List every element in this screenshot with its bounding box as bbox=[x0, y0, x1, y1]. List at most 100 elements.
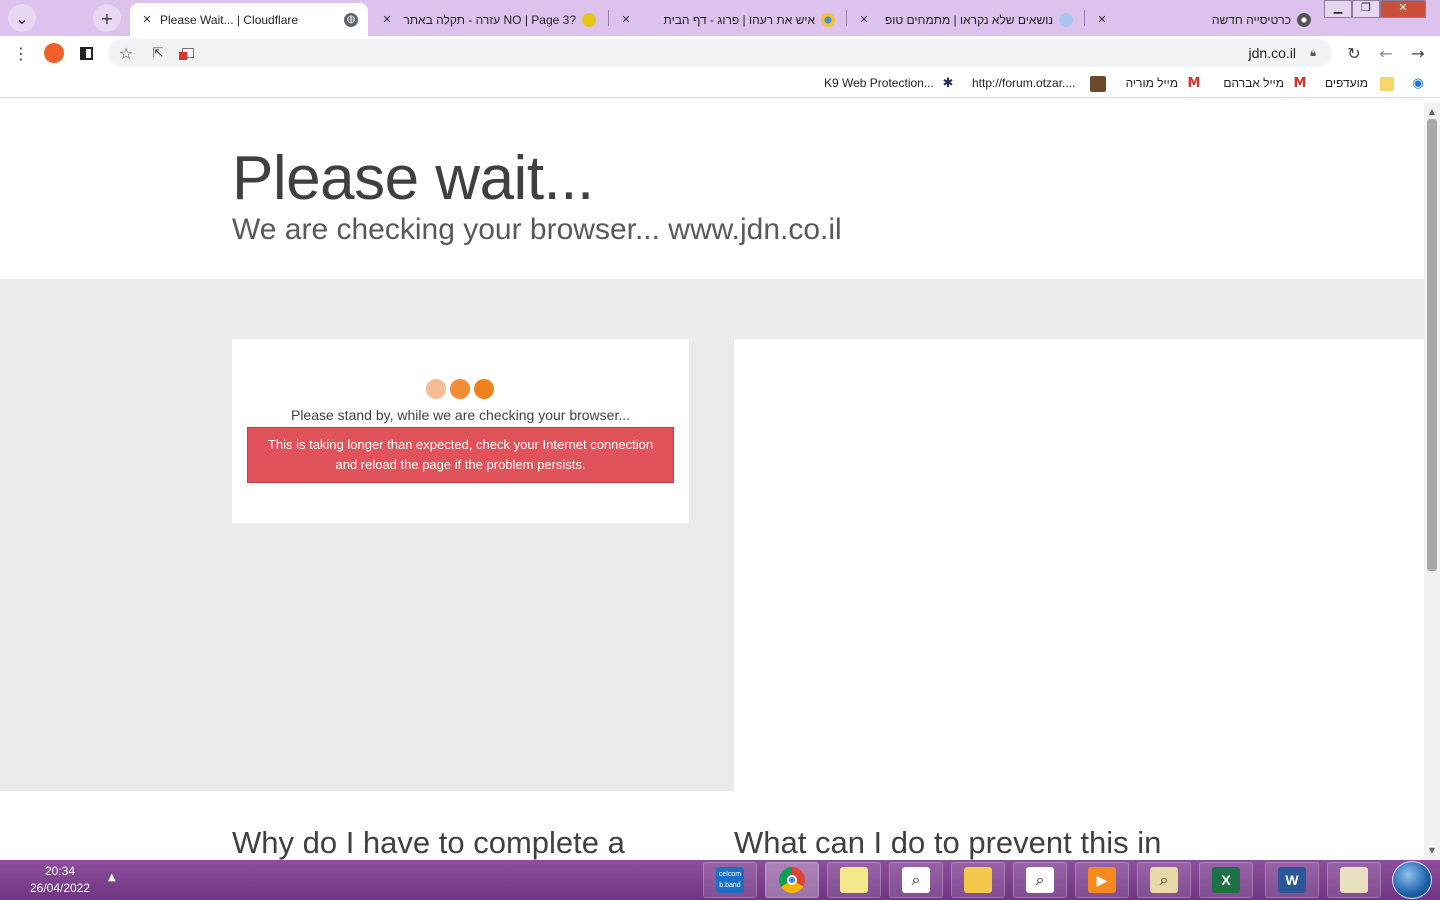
alert-line-2: and reload the page if the problem persi… bbox=[335, 457, 586, 472]
profile-avatar[interactable] bbox=[42, 41, 66, 65]
blue-flower-icon bbox=[1059, 12, 1073, 27]
close-tab-icon[interactable]: ✕ bbox=[1095, 13, 1109, 26]
loading-dot-1 bbox=[426, 379, 446, 399]
bookmark-label: K9 Web Protection... bbox=[824, 76, 934, 90]
faq-heading-prevent: What can I do to prevent this in bbox=[734, 825, 1162, 860]
chrome-icon bbox=[779, 867, 805, 893]
bookmark-label: מועדפים bbox=[1325, 76, 1368, 90]
start-button[interactable] bbox=[1392, 861, 1432, 899]
tab-new-tab[interactable]: ✕ כרטיסייה חדשה bbox=[1085, 3, 1321, 36]
taskbar-control-panel[interactable] bbox=[1327, 862, 1381, 898]
alert-line-1: This is taking longer than expected, che… bbox=[267, 437, 654, 452]
page-header: Please wait... We are checking your brow… bbox=[0, 103, 1424, 279]
faq-section bbox=[0, 792, 1424, 860]
tab-title: Please Wait... | Cloudflare bbox=[160, 12, 299, 27]
taskbar-sticky-notes[interactable] bbox=[827, 862, 881, 898]
address-bar[interactable]: ☆ ⇱ jdn.co.il 🔒︎ bbox=[108, 39, 1332, 67]
close-tab-icon[interactable]: ✕ bbox=[857, 13, 871, 26]
close-tab-icon[interactable]: ✕ bbox=[140, 13, 154, 26]
url-text[interactable]: jdn.co.il bbox=[1249, 45, 1296, 61]
globe-icon: ◍ bbox=[344, 12, 358, 27]
k9-icon: ✱ bbox=[942, 76, 954, 91]
celcom-label: celcom b.band bbox=[718, 871, 742, 889]
close-window-button[interactable]: ✕ bbox=[1380, 0, 1426, 18]
taskbar-file-explorer[interactable] bbox=[951, 862, 1005, 898]
standby-text: Please stand by, while we are checking y… bbox=[290, 407, 631, 423]
taskbar-celcom[interactable]: celcom b.band bbox=[703, 862, 757, 898]
page-subtitle: We are checking your browser... www.jdn.… bbox=[232, 213, 842, 246]
lock-icon[interactable]: 🔒︎ bbox=[1310, 46, 1316, 60]
tab-title: איש את רעהו | פרוג - דף הבית bbox=[663, 12, 815, 27]
system-clock[interactable]: 20:34 26/04/2022 bbox=[20, 863, 100, 897]
back-arrow-icon[interactable]: ← bbox=[1374, 41, 1398, 65]
tab-cloudflare[interactable]: ✕ Please Wait... | Cloudflare ◍ bbox=[130, 3, 368, 36]
loading-dot-3 bbox=[474, 379, 494, 399]
control-panel-icon bbox=[1340, 867, 1368, 893]
forward-arrow-icon[interactable]: → bbox=[1406, 41, 1430, 65]
browser-toolbar: ⋮ ☆ ⇱ jdn.co.il 🔒︎ ↻ ← → bbox=[0, 36, 1440, 70]
excel-icon: X bbox=[1212, 867, 1240, 893]
folder-icon bbox=[964, 867, 992, 893]
maximize-button[interactable]: ❐ bbox=[1352, 0, 1380, 18]
tab-prog[interactable]: ✕ איש את רעהו | פרוג - דף הבית bbox=[609, 3, 845, 36]
bookmarks-bar: ◉ מועדפים M מייל אברהם M מייל מוריה http… bbox=[0, 70, 1440, 98]
taskbar-search-tool[interactable]: ⌕ bbox=[889, 862, 943, 898]
clock-date: 26/04/2022 bbox=[29, 881, 91, 895]
magnifier-book-icon: ⌕ bbox=[902, 867, 930, 893]
tab-mitmachim[interactable]: ✕ נושאים שלא נקראו | מתמחים טופ bbox=[847, 3, 1083, 36]
bookmark-star-icon[interactable]: ☆ bbox=[114, 41, 138, 65]
tab-title: כרטיסייה חדשה bbox=[1211, 12, 1291, 27]
challenge-box: Please stand by, while we are checking y… bbox=[232, 339, 689, 523]
tab-search-button[interactable]: ⌄ bbox=[8, 4, 36, 32]
taskbar-excel[interactable]: X bbox=[1199, 862, 1253, 898]
chrome-icon bbox=[1297, 12, 1311, 27]
taskbar-search-users[interactable]: ⌕ bbox=[1137, 862, 1191, 898]
bookmark-label: מייל מוריה bbox=[1125, 76, 1178, 90]
menu-icon[interactable]: ⋮ bbox=[9, 41, 33, 65]
scroll-up-arrow[interactable]: ▲ bbox=[1424, 105, 1440, 119]
page-viewport: Please wait... We are checking your brow… bbox=[0, 103, 1424, 860]
users-search-icon: ⌕ bbox=[1150, 867, 1178, 893]
word-icon: W bbox=[1278, 867, 1306, 893]
gmail-icon: M bbox=[1293, 76, 1307, 91]
tab-title: ?NO | Page 3 עזרה - תקלה באתר bbox=[403, 12, 576, 27]
bookmark-label: http://forum.otzar.... bbox=[972, 76, 1076, 90]
book-magnifier-icon: ⌕ bbox=[1026, 867, 1054, 893]
gmail-icon: M bbox=[1187, 76, 1201, 91]
new-tab-button[interactable]: + bbox=[93, 4, 121, 32]
tray-expand-icon[interactable]: ▲ bbox=[108, 872, 116, 883]
tab-title: נושאים שלא נקראו | מתמחים טופ bbox=[884, 12, 1053, 27]
tab-help[interactable]: ✕ ?NO | Page 3 עזרה - תקלה באתר bbox=[370, 3, 606, 36]
bookmark-label: מייל אברהם bbox=[1223, 76, 1284, 90]
close-tab-icon[interactable]: ✕ bbox=[380, 13, 394, 26]
page-title: Please wait... bbox=[232, 144, 594, 213]
celcom-icon: celcom b.band bbox=[716, 867, 744, 893]
chevron-down-icon: ⌄ bbox=[15, 8, 29, 28]
side-panel bbox=[734, 339, 1424, 793]
close-tab-icon[interactable]: ✕ bbox=[619, 13, 633, 26]
loading-dot-2 bbox=[450, 379, 470, 399]
reload-icon[interactable]: ↻ bbox=[1342, 41, 1366, 65]
play-icon: ▶ bbox=[1088, 867, 1116, 893]
taskbar-media-player[interactable]: ▶ bbox=[1075, 862, 1129, 898]
taskbar-book-search[interactable]: ⌕ bbox=[1013, 862, 1067, 898]
scroll-down-arrow[interactable]: ▼ bbox=[1424, 844, 1440, 858]
sticky-notes-icon bbox=[840, 867, 868, 893]
book-icon bbox=[1090, 76, 1106, 92]
scroll-thumb[interactable] bbox=[1427, 119, 1437, 571]
blocked-popup-icon[interactable] bbox=[176, 41, 200, 65]
taskbar-word[interactable]: W bbox=[1265, 862, 1319, 898]
taskbar-chrome[interactable] bbox=[765, 862, 819, 898]
windows-taskbar: 20:34 26/04/2022 ▲ celcom b.band ⌕ ⌕ ▶ ⌕… bbox=[0, 860, 1440, 900]
window-controls: ▁ ❐ ✕ bbox=[1324, 0, 1426, 18]
side-panel-icon[interactable] bbox=[74, 41, 98, 65]
minimize-button[interactable]: ▁ bbox=[1324, 0, 1352, 18]
timeout-alert: This is taking longer than expected, che… bbox=[247, 427, 674, 483]
tab-strip: ⌄ + ✕ Please Wait... | Cloudflare ◍ ✕ ?N… bbox=[0, 0, 1440, 36]
yellow-cloud-icon bbox=[582, 12, 596, 27]
orange-yellow-circle-icon bbox=[821, 12, 835, 27]
page-scrollbar[interactable]: ▲ ▼ bbox=[1424, 103, 1440, 860]
clock-time: 20:34 bbox=[44, 864, 76, 878]
share-icon[interactable]: ⇱ bbox=[146, 41, 170, 65]
apps-icon[interactable]: ◉ bbox=[1410, 76, 1426, 92]
